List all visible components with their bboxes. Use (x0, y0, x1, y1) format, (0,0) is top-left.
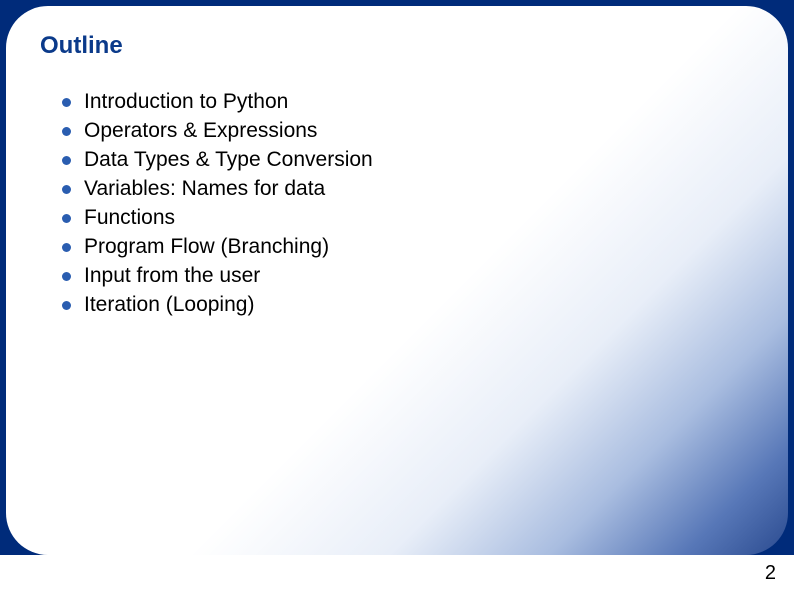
slide-card: Outline Introduction to Python Operators… (6, 6, 788, 555)
list-item: Functions (62, 204, 754, 233)
list-item: Data Types & Type Conversion (62, 146, 754, 175)
list-item: Input from the user (62, 262, 754, 291)
slide-title: Outline (40, 32, 754, 60)
list-item: Introduction to Python (62, 88, 754, 117)
list-item: Iteration (Looping) (62, 291, 754, 320)
list-item: Operators & Expressions (62, 117, 754, 146)
page-number: 2 (763, 562, 778, 585)
outline-list: Introduction to Python Operators & Expre… (62, 88, 754, 320)
list-item: Variables: Names for data (62, 175, 754, 204)
footer-strip (0, 555, 794, 595)
list-item: Program Flow (Branching) (62, 233, 754, 262)
